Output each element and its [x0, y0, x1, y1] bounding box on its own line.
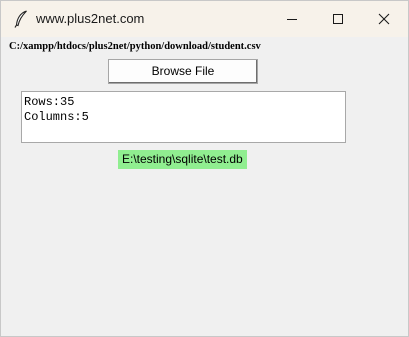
- maximize-icon: [333, 14, 343, 24]
- feather-icon: [14, 10, 28, 28]
- database-path-label: E:\testing\sqlite\test.db: [118, 150, 247, 169]
- close-button[interactable]: [361, 1, 407, 37]
- close-icon: [378, 13, 390, 25]
- minimize-button[interactable]: [269, 1, 315, 37]
- minimize-icon: [287, 19, 297, 20]
- title-bar[interactable]: www.plus2net.com: [1, 1, 408, 37]
- file-path-label: C:/xampp/htdocs/plus2net/python/download…: [9, 41, 261, 52]
- browse-file-button[interactable]: Browse File: [108, 59, 258, 84]
- file-info-text-box[interactable]: Rows:35 Columns:5: [21, 91, 346, 143]
- window-title: www.plus2net.com: [36, 11, 145, 26]
- maximize-button[interactable]: [315, 1, 361, 37]
- app-window: www.plus2net.com C:/xampp/htdocs/plus2ne…: [0, 0, 409, 337]
